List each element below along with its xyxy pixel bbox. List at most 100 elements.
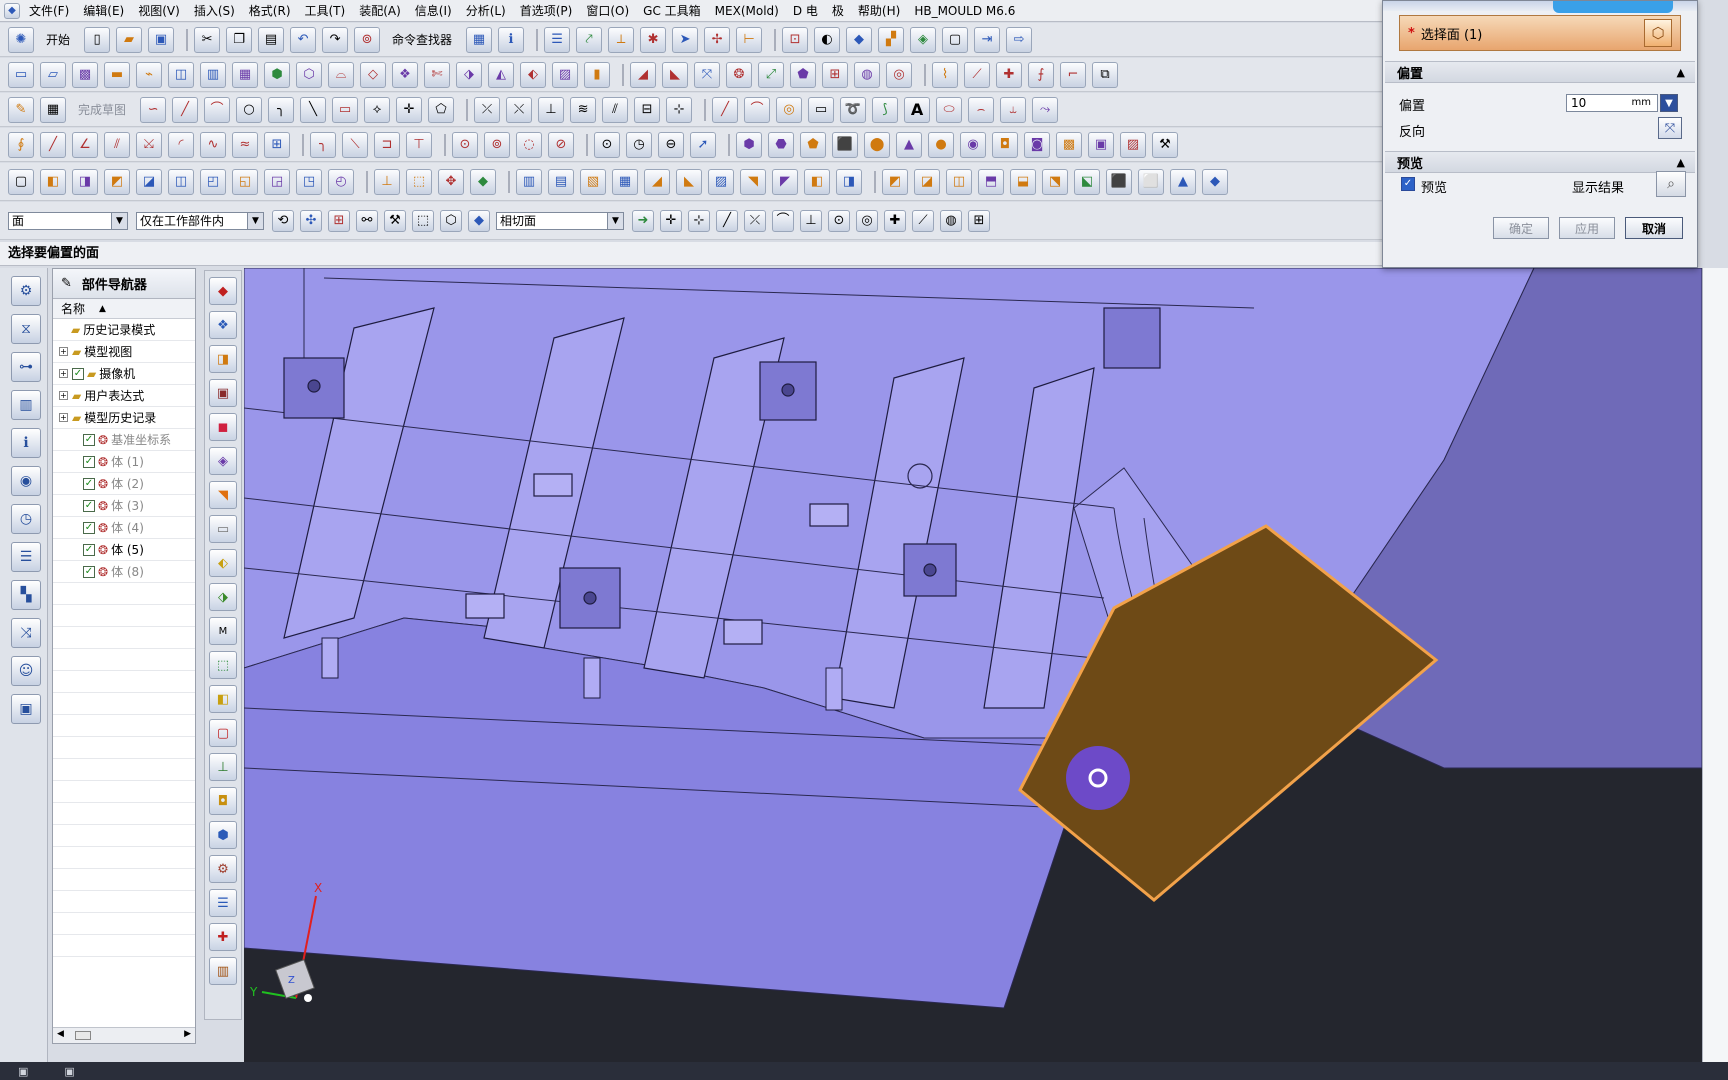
scroll-thumb[interactable] [75,1031,91,1040]
mold-box-icon[interactable]: ◧ [209,685,237,713]
snap-icon[interactable]: ✢ [704,26,731,53]
offset-curve-icon[interactable]: ≋ [570,96,597,123]
wcs-icon[interactable]: ⤤ [576,26,603,53]
start-menu-button[interactable]: 开始 [40,27,76,53]
apply-button[interactable]: 应用 [1559,217,1615,239]
edit-wave-icon[interactable]: ≈ [232,131,258,158]
tree-item[interactable]: ▰ 历史记录模式 [53,319,195,341]
copy-icon[interactable]: ❐ [226,26,253,53]
sew-icon[interactable]: ▮ [584,61,610,88]
boss[interactable] [723,619,763,645]
menu-gc-toolbox[interactable]: GC 工具箱 [636,2,708,19]
select-feature-icon[interactable]: ⊞ [328,209,350,232]
render-style-icon[interactable]: ◐ [814,26,841,53]
web-browser-icon[interactable]: ◉ [11,466,41,496]
split-body-icon[interactable]: ◱ [232,168,258,195]
name-column-header[interactable]: 名称 ▲ [53,299,195,319]
cancel-button[interactable]: 取消 [1625,217,1683,239]
draft-icon[interactable]: ◴ [328,168,354,195]
surface-g-icon[interactable]: ⬕ [1074,168,1100,195]
visibility-checkbox[interactable]: ✓ [83,477,95,490]
block-icon[interactable]: ⬛ [832,131,858,158]
thread-icon[interactable]: ⚒ [1152,131,1178,158]
basic-line-icon[interactable]: ╱ [712,96,739,123]
groove-icon[interactable]: ▨ [1120,131,1146,158]
mold-frame-icon[interactable]: ▢ [209,719,237,747]
system-material-icon[interactable]: ☰ [11,542,41,572]
intersect-curve-icon[interactable]: ✚ [996,61,1022,88]
measure-icon[interactable]: ⟂ [608,26,635,53]
law-curve-icon[interactable]: ⟆ [872,96,899,123]
studio-surface-icon[interactable]: ▦ [232,61,258,88]
mold-purple-icon[interactable]: ◈ [209,447,237,475]
face-blend-icon[interactable]: ◢ [630,61,656,88]
offset-options-button[interactable]: ▼ [1660,94,1678,112]
mesh-surface-icon[interactable]: ▩ [72,61,98,88]
constraint-navigator-icon[interactable]: ⧖ [11,314,41,344]
selection-scope-select[interactable]: 仅在工作部件内 ▼ [136,211,264,230]
snap-grid-icon[interactable]: ⊞ [968,209,990,232]
history-icon[interactable]: ◷ [11,504,41,534]
composite-curve-icon[interactable]: ⥿ [1000,96,1027,123]
menu-preferences[interactable]: 首选项(P) [513,2,580,19]
mold-base-icon[interactable]: ⊥ [209,753,237,781]
visibility-checkbox[interactable]: ✓ [83,455,95,468]
mold-gift-icon[interactable]: ❖ [209,311,237,339]
select-face-row[interactable]: * 选择面 (1) ⬡ [1399,15,1681,51]
law-extension-icon[interactable]: ◇ [360,61,386,88]
shell-icon[interactable]: ◆ [470,168,496,195]
synch-replace-icon[interactable]: ▥ [516,168,542,195]
snap-endpoint-icon[interactable]: ✛ [660,209,682,232]
save-icon[interactable]: ▣ [148,26,175,53]
expand-toggle-icon[interactable]: + [59,391,68,400]
menu-insert[interactable]: 插入(S) [187,2,242,19]
select-icon[interactable]: ➤ [672,26,699,53]
shaded-cube-icon[interactable]: ◆ [846,26,873,53]
shape-icon[interactable]: ⬟ [790,61,816,88]
snap-existing-icon[interactable]: ◎ [856,209,878,232]
roles-icon[interactable]: ☺ [11,656,41,686]
new-file-icon[interactable]: ▯ [84,26,111,53]
preview-section-header[interactable]: 预览 ▲ [1385,151,1695,173]
offset-surface-icon[interactable]: ❖ [392,61,418,88]
patch-icon[interactable]: ▨ [552,61,578,88]
ruled-icon[interactable]: ◫ [168,61,194,88]
sphere-icon[interactable]: ● [928,131,954,158]
silhouette-flange-icon[interactable]: ◭ [488,61,514,88]
tree-item[interactable]: ✓ ❂ 体 (8) [53,561,195,583]
cone-icon[interactable]: ▲ [896,131,922,158]
rule-arrow-icon[interactable]: ➜ [632,209,654,232]
cylinder-icon[interactable]: ⬤ [864,131,890,158]
ruler-icon[interactable]: ⊢ [736,26,763,53]
chamfer-body-icon[interactable]: ◳ [296,168,322,195]
snap-clock-icon[interactable]: ◷ [626,131,652,158]
mold-cross-icon[interactable]: ✚ [209,923,237,951]
plane-icon[interactable]: ▱ [40,61,66,88]
select-all-icon[interactable]: ✣ [300,209,322,232]
snap-point-on-icon[interactable]: ✚ [884,209,906,232]
open-folder-icon[interactable]: ▰ [116,26,143,53]
collapse-chevron-icon[interactable]: ▲ [1677,66,1685,79]
boss[interactable] [1103,307,1161,369]
curve-length-icon[interactable]: ⨍ [1028,61,1054,88]
assembly-navigator-icon[interactable]: ⚙ [11,276,41,306]
tree-item[interactable]: ✓ ❂ 体 (3) [53,495,195,517]
surface-k-icon[interactable]: ◆ [1202,168,1228,195]
mold-cube-icon[interactable]: ◆ [209,277,237,305]
collapse-chevron-icon[interactable]: ▲ [1677,156,1685,169]
feature-a-icon[interactable]: ⬟ [800,131,826,158]
snap-control-icon[interactable]: ╱ [716,209,738,232]
rectangle-icon[interactable]: ▭ [8,61,34,88]
transition-icon[interactable]: ⬡ [296,61,322,88]
synch-offset-icon[interactable]: ▤ [548,168,574,195]
select-face-button[interactable]: ⬡ [1644,19,1672,47]
menu-assembly[interactable]: 装配(A) [352,2,408,19]
visibility-checkbox[interactable]: ✓ [83,521,95,534]
filter-reset-icon[interactable]: ⟲ [272,209,294,232]
unite-icon[interactable]: ◩ [104,168,130,195]
edit-parallel-icon[interactable]: ⫽ [104,131,130,158]
part-navigator-icon[interactable]: ⊶ [11,352,41,382]
taskbar-item[interactable]: ▣ [0,1065,46,1078]
visibility-checkbox[interactable]: ✓ [83,565,95,578]
rect-select-icon[interactable]: ⬚ [412,209,434,232]
